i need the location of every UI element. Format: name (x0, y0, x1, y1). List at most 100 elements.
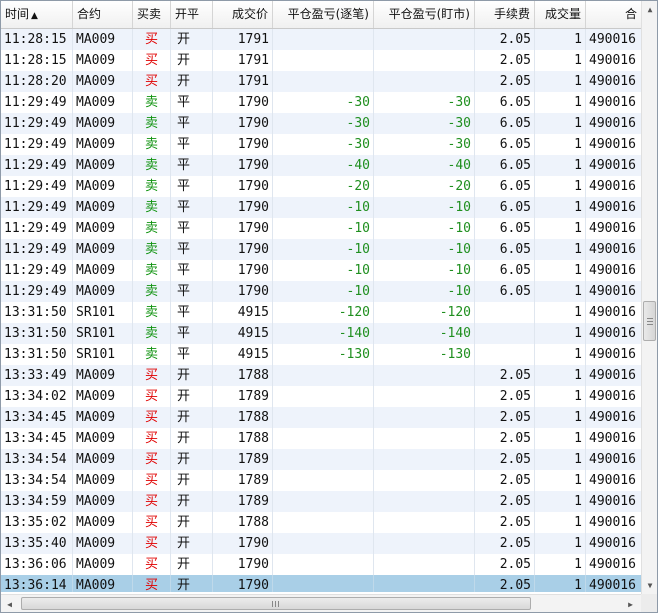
cell-pnl-mtm: -30 (374, 134, 475, 155)
cell-price: 1791 (213, 71, 273, 92)
column-header-price[interactable]: 成交价 (213, 1, 273, 28)
column-header-pnl-trade[interactable]: 平仓盈亏(逐笔) (273, 1, 374, 28)
cell-account: 490016 (589, 74, 636, 89)
table-row[interactable]: 13:34:45 MA009 买开 1788 2.05 1 490016 (1, 407, 641, 428)
cell-pnl-trade (273, 575, 374, 592)
cell-contract: MA009 (73, 71, 133, 92)
table-row[interactable]: 11:28:15 MA009 买开 1791 2.05 1 490016 (1, 29, 641, 50)
cell-fee: 6.05 (475, 239, 535, 260)
table-row[interactable]: 11:28:20 MA009 买开 1791 2.05 1 490016 (1, 71, 641, 92)
table-row[interactable]: 11:29:49 MA009 卖平 1790 -30 -30 6.05 1 490016 (1, 113, 641, 134)
cell-pnl-mtm: -30 (374, 92, 475, 113)
cell-fee: 6.05 (475, 176, 535, 197)
column-header-time[interactable]: 时间 ▲ (1, 1, 73, 28)
table-row[interactable]: 11:29:49 MA009 卖平 1790 -10 -10 6.05 1 490016 (1, 218, 641, 239)
table-row[interactable]: 13:31:50 SR101 卖平 4915 -120 -120 1 490016 (1, 302, 641, 323)
table-row[interactable]: 13:34:54 MA009 买开 1789 2.05 1 490016 (1, 470, 641, 491)
cell-qty: 1 (535, 575, 586, 592)
cell-time: 13:33:49 (1, 365, 73, 386)
cell-open-close: 平 (171, 260, 213, 281)
table-row[interactable]: 11:29:49 MA009 卖平 1790 -20 -20 6.05 1 490016 (1, 176, 641, 197)
cell-time: 13:35:40 (1, 533, 73, 554)
column-header-qty[interactable]: 成交量 (535, 1, 586, 28)
cell-side: 卖 (133, 197, 171, 218)
horizontal-scrollbar[interactable]: ◀ ▶ (1, 594, 641, 612)
cell-contract: MA009 (73, 29, 133, 50)
cell-open-close: 平 (171, 155, 213, 176)
cell-account: 490016 (589, 410, 636, 425)
cell-contract: MA009 (73, 470, 133, 491)
table-row[interactable]: 11:29:49 MA009 卖平 1790 -40 -40 6.05 1 490016 (1, 155, 641, 176)
cell-account: 490016 (589, 137, 636, 152)
cell-fee: 2.05 (475, 449, 535, 470)
table-row[interactable]: 13:34:59 MA009 买开 1789 2.05 1 490016 (1, 491, 641, 512)
cell-fee (475, 323, 535, 344)
table-row[interactable]: 13:33:49 MA009 买开 1788 2.05 1 490016 (1, 365, 641, 386)
table-row[interactable]: 11:29:49 MA009 卖平 1790 -10 -10 6.05 1 490016 (1, 260, 641, 281)
cell-pnl-mtm (374, 449, 475, 470)
cell-open-close: 平 (171, 176, 213, 197)
cell-account: 490016 (589, 284, 636, 299)
cell-open-close: 平 (171, 281, 213, 302)
table-row[interactable]: 13:35:40 MA009 买开 1790 2.05 1 490016 (1, 533, 641, 554)
cell-pnl-mtm (374, 386, 475, 407)
scroll-down-arrow-icon[interactable]: ▼ (642, 577, 657, 594)
cell-time: 11:29:49 (1, 176, 73, 197)
table-row[interactable]: 13:36:14 MA009 买开 1790 2.05 1 490016 (1, 575, 641, 592)
table-row[interactable]: 11:29:49 MA009 卖平 1790 -30 -30 6.05 1 490016 (1, 134, 641, 155)
cell-price: 1791 (213, 50, 273, 71)
column-header-account[interactable]: 合 (586, 1, 641, 28)
column-header-open-close[interactable]: 开平 (171, 1, 213, 28)
column-header-fee[interactable]: 手续费 (475, 1, 535, 28)
column-header-contract[interactable]: 合约 (73, 1, 133, 28)
table-row[interactable]: 13:31:50 SR101 卖平 4915 -130 -130 1 490016 (1, 344, 641, 365)
scroll-up-arrow-icon[interactable]: ▲ (642, 1, 657, 18)
table-row[interactable]: 13:34:45 MA009 买开 1788 2.05 1 490016 (1, 428, 641, 449)
table-row[interactable]: 13:34:02 MA009 买开 1789 2.05 1 490016 (1, 386, 641, 407)
cell-fee: 2.05 (475, 71, 535, 92)
cell-qty: 1 (535, 176, 586, 197)
table-row[interactable]: 13:35:02 MA009 买开 1788 2.05 1 490016 (1, 512, 641, 533)
table-row[interactable]: 11:29:49 MA009 卖平 1790 -10 -10 6.05 1 490016 (1, 281, 641, 302)
cell-qty: 1 (535, 323, 586, 344)
table-row[interactable]: 13:34:54 MA009 买开 1789 2.05 1 490016 (1, 449, 641, 470)
table-row[interactable]: 11:29:49 MA009 卖平 1790 -10 -10 6.05 1 490016 (1, 239, 641, 260)
cell-pnl-mtm: -40 (374, 155, 475, 176)
cell-pnl-trade: -130 (273, 344, 374, 365)
cell-side: 卖 (133, 92, 171, 113)
grip-line (278, 601, 279, 607)
scroll-right-arrow-icon[interactable]: ▶ (622, 595, 639, 612)
horizontal-scroll-thumb[interactable] (21, 597, 531, 610)
cell-fee: 6.05 (475, 260, 535, 281)
cell-contract: MA009 (73, 239, 133, 260)
cell-side: 买 (133, 554, 171, 575)
scroll-left-arrow-icon[interactable]: ◀ (1, 595, 18, 612)
cell-pnl-mtm: -10 (374, 260, 475, 281)
cell-pnl-trade: -30 (273, 92, 374, 113)
table-row[interactable]: 11:29:49 MA009 卖平 1790 -10 -10 6.05 1 490016 (1, 197, 641, 218)
cell-pnl-trade (273, 386, 374, 407)
cell-fee: 6.05 (475, 155, 535, 176)
table-row[interactable]: 11:28:15 MA009 买开 1791 2.05 1 490016 (1, 50, 641, 71)
table-row[interactable]: 13:31:50 SR101 卖平 4915 -140 -140 1 490016 (1, 323, 641, 344)
cell-contract: SR101 (73, 344, 133, 365)
cell-fee: 6.05 (475, 134, 535, 155)
column-header-pnl-mtm[interactable]: 平仓盈亏(盯市) (374, 1, 475, 28)
cell-account: 490016 (589, 242, 636, 257)
cell-open-close: 平 (171, 302, 213, 323)
cell-pnl-mtm (374, 533, 475, 554)
cell-side: 买 (133, 512, 171, 533)
vertical-scroll-thumb[interactable] (643, 301, 656, 341)
table-row[interactable]: 11:29:49 MA009 卖平 1790 -30 -30 6.05 1 490016 (1, 92, 641, 113)
table-row[interactable]: 13:36:06 MA009 买开 1790 2.05 1 490016 (1, 554, 641, 575)
cell-account: 490016 (589, 494, 636, 509)
cell-qty: 1 (535, 386, 586, 407)
cell-side: 买 (133, 449, 171, 470)
cell-time: 13:31:50 (1, 302, 73, 323)
cell-contract: MA009 (73, 533, 133, 554)
vertical-scrollbar[interactable]: ▲ ▼ (641, 1, 657, 594)
cell-pnl-mtm (374, 470, 475, 491)
cell-pnl-trade (273, 29, 374, 50)
cell-fee (475, 302, 535, 323)
column-header-side[interactable]: 买卖 (133, 1, 171, 28)
